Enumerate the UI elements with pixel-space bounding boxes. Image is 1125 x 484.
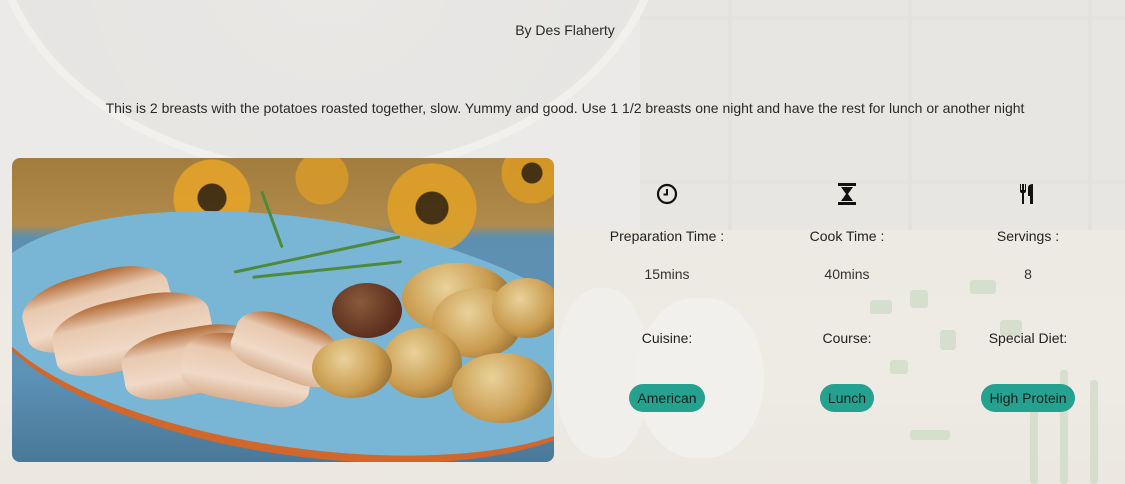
cuisine-stat: Cuisine: American [577, 330, 757, 412]
diet-label: Special Diet: [988, 330, 1068, 346]
recipe-author: By Des Flaherty [515, 22, 615, 38]
servings-label: Servings : [996, 228, 1060, 244]
prep-time-label: Preparation Time : [609, 228, 725, 244]
course-stat: Course: Lunch [757, 330, 937, 412]
servings-stat: Servings : 8 [938, 182, 1118, 282]
servings-value: 8 [1024, 266, 1032, 282]
recipe-description: This is 2 breasts with the potatoes roas… [105, 100, 1025, 116]
prep-time-stat: Preparation Time : 15mins [577, 182, 757, 282]
prep-time-value: 15mins [644, 266, 690, 282]
recipe-photo [12, 158, 554, 462]
cuisine-label: Cuisine: [641, 330, 693, 346]
cook-time-label: Cook Time : [809, 228, 885, 244]
cuisine-badge[interactable]: American [629, 384, 705, 412]
diet-badge[interactable]: High Protein [981, 384, 1075, 412]
clock-icon [656, 183, 678, 205]
cutlery-icon [1020, 184, 1033, 204]
hourglass-icon [838, 183, 856, 205]
course-label: Course: [822, 330, 872, 346]
recipe-stats: Preparation Time : 15mins Cook Time : 40… [570, 170, 1125, 430]
course-badge[interactable]: Lunch [819, 384, 875, 412]
cook-time-value: 40mins [824, 266, 870, 282]
diet-stat: Special Diet: High Protein [938, 330, 1118, 412]
cook-time-stat: Cook Time : 40mins [757, 182, 937, 282]
